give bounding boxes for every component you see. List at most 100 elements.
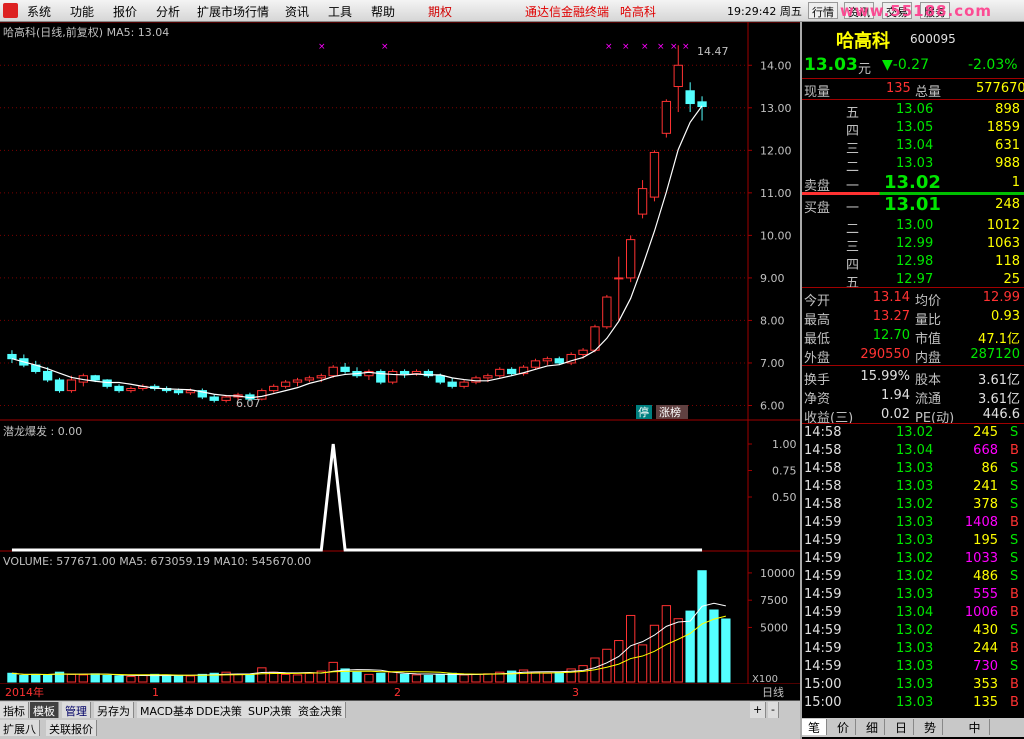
menu-function[interactable]: 功能 <box>70 3 94 20</box>
candle-body <box>459 381 469 387</box>
tick-price: 13.03 <box>896 677 934 692</box>
stat-label: 市值 <box>915 332 942 347</box>
tick-time: 15:00 <box>804 677 842 692</box>
quote-tab-1[interactable]: 价 <box>831 719 856 735</box>
candle-body <box>388 370 398 383</box>
tick-side: B <box>1010 515 1019 530</box>
menu-tools[interactable]: 工具 <box>328 3 352 20</box>
price-tick-label: 8.00 <box>760 314 785 327</box>
bid1-volume: 248 <box>995 197 1020 212</box>
zoom-out-button[interactable]: - <box>768 702 779 718</box>
ad-terminal[interactable]: 通达信金融终端 <box>525 3 609 20</box>
ime-indicator[interactable]: 中 <box>960 719 990 735</box>
bid-level: 一 <box>846 201 860 216</box>
candle-body <box>483 375 493 379</box>
tab-dde[interactable]: DDE决策 <box>193 702 246 718</box>
ask-level: 四 <box>846 124 860 139</box>
tick-price: 13.03 <box>896 641 934 656</box>
menu-analysis[interactable]: 分析 <box>156 3 180 20</box>
tab-indicator[interactable]: 指标 <box>0 702 29 718</box>
ask-volume: 898 <box>995 102 1020 117</box>
volume-bar <box>399 673 410 683</box>
kline-chart-area[interactable]: × × × × × × × × 哈高科(日线,前复权) MA5: 13.04 潜龙爆发 : 0… <box>0 22 800 700</box>
candle-body <box>649 151 660 198</box>
volume-bar <box>31 673 41 683</box>
tick-time: 14:59 <box>804 605 842 620</box>
tick-price: 13.04 <box>896 605 934 620</box>
quote-tab-3[interactable]: 日 <box>889 719 914 735</box>
tick-volume: 241 <box>973 479 998 494</box>
candle-body <box>411 370 422 375</box>
menu-options[interactable]: 期权 <box>428 3 452 20</box>
candle-body <box>221 396 231 401</box>
quote-tab-2[interactable]: 细 <box>860 719 885 735</box>
volume-bar <box>411 674 422 683</box>
event-marker: × <box>318 42 326 52</box>
menu-help[interactable]: 帮助 <box>371 3 395 20</box>
xianliang-label: 现量 <box>804 85 831 100</box>
menu-extended-market[interactable]: 扩展市场行情 <box>197 3 269 20</box>
candle-body <box>495 368 505 377</box>
tab-hangqing[interactable]: 行情 <box>808 2 838 19</box>
candle-body <box>673 64 683 88</box>
zhangbang-tag[interactable]: 涨榜 <box>659 405 681 419</box>
tab-sup[interactable]: SUP决策 <box>245 702 296 718</box>
menu-news[interactable]: 资讯 <box>285 3 309 20</box>
volume-bar <box>554 671 564 683</box>
candle-body <box>42 370 53 381</box>
candle-body <box>7 353 17 360</box>
ask-price: 13.05 <box>896 120 934 135</box>
menu-quote[interactable]: 报价 <box>113 3 137 20</box>
tick-side: S <box>1010 569 1019 584</box>
tab-related-quote[interactable]: 关联报价 <box>46 720 97 736</box>
tab-macd[interactable]: MACD基本 <box>137 702 199 718</box>
volume-tick-label: 7500 <box>760 594 788 607</box>
quote-tab-4[interactable]: 势 <box>918 719 943 735</box>
event-marker: × <box>622 42 630 52</box>
indicator-tick-label: 0.75 <box>772 465 797 478</box>
tab-fund[interactable]: 资金决策 <box>295 702 346 718</box>
indicator-line <box>11 443 703 552</box>
stock-code: 600095 <box>910 32 956 46</box>
bid-price: 12.99 <box>896 236 934 251</box>
date-label-3: 3 <box>572 686 579 699</box>
stat-value: 3.61亿 <box>978 392 1020 407</box>
tick-volume: 86 <box>981 461 998 476</box>
tick-side: B <box>1010 605 1019 620</box>
tick-time: 14:58 <box>804 425 842 440</box>
ma5-line <box>11 105 703 399</box>
volume-bar <box>102 674 112 683</box>
volume-bar <box>649 624 660 683</box>
zongliang-label: 总量 <box>915 85 942 100</box>
stat-label: 均价 <box>915 294 942 309</box>
ask-level: 二 <box>846 160 860 175</box>
volume-bar <box>352 671 362 683</box>
tick-price: 13.04 <box>896 443 934 458</box>
stat-value: 287120 <box>970 347 1020 362</box>
tick-volume: 1033 <box>964 551 998 566</box>
date-label-year: 2014年 <box>5 685 44 699</box>
stat-label: 换手 <box>804 373 831 388</box>
ad-stock[interactable]: 哈高科 <box>620 3 656 20</box>
price-tick-label: 13.00 <box>760 102 792 115</box>
tick-side: B <box>1010 443 1019 458</box>
menu-system[interactable]: 系统 <box>27 3 51 20</box>
ask-price: 13.04 <box>896 138 934 153</box>
zoom-in-button[interactable]: + <box>750 702 767 718</box>
tab-ext8[interactable]: 扩展八 <box>0 720 40 736</box>
quote-tab-0[interactable]: 笔 <box>802 719 827 735</box>
ask-level: 三 <box>846 142 860 157</box>
current-price: 13.03 <box>804 55 858 75</box>
tab-template[interactable]: 模板 <box>30 702 59 718</box>
stat-label: 内盘 <box>915 351 942 366</box>
tick-time: 14:59 <box>804 569 842 584</box>
volume-bar <box>364 673 374 683</box>
tab-manage[interactable]: 管理 <box>62 702 91 718</box>
tick-volume: 668 <box>973 443 998 458</box>
tick-time: 14:59 <box>804 623 842 638</box>
tick-time: 14:59 <box>804 515 842 530</box>
volume-bar <box>221 671 231 683</box>
volume-bar <box>376 672 386 683</box>
tab-save-as[interactable]: 另存为 <box>94 702 134 718</box>
period-label[interactable]: 日线 <box>762 685 784 699</box>
